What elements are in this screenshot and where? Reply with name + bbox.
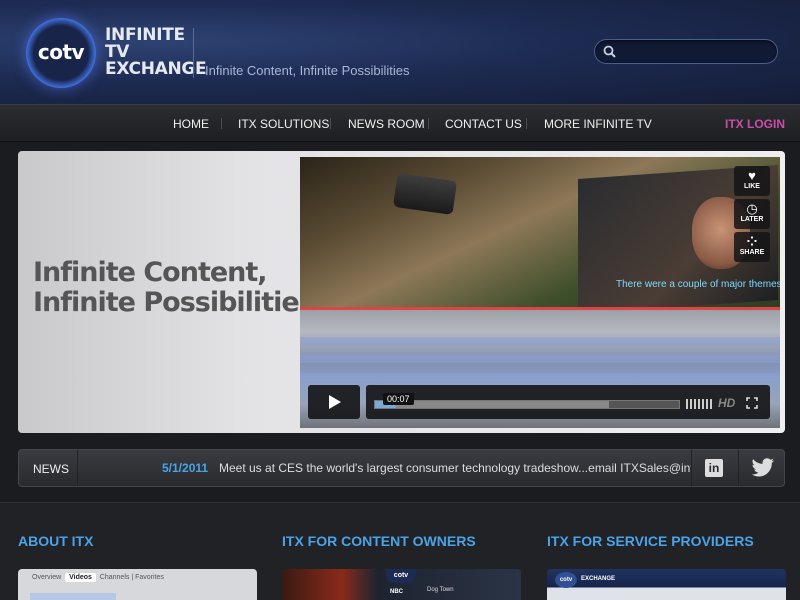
thumbnail-highlight	[30, 593, 116, 600]
thumb-logo: cotv	[555, 572, 577, 588]
linkedin-icon[interactable]: in	[705, 459, 723, 477]
main-nav: HOME ITX SOLUTIONS NEWS ROOM CONTACT US …	[0, 104, 800, 142]
news-divider	[77, 450, 78, 486]
like-button[interactable]: ♥ LIKE	[734, 166, 770, 196]
content-owners-thumbnail[interactable]: cotv NBC Dog Town	[282, 569, 521, 600]
twitter-icon[interactable]	[751, 458, 775, 478]
news-ticker: NEWS 5/1/2011 Meet us at CES the world's…	[18, 449, 785, 487]
thumb-tab-favorites: Favorites	[135, 574, 164, 581]
search-input[interactable]	[621, 43, 771, 60]
logo[interactable]: cotv	[26, 18, 96, 88]
thumbnail-tabs: Overview Videos Channels | Favorites	[32, 573, 164, 582]
news-date: 5/1/2011	[162, 461, 209, 475]
nav-separator	[221, 118, 222, 129]
brand-line-3: EXCHANGE	[105, 59, 207, 79]
service-providers-thumbnail[interactable]: cotv EXCHANGE	[547, 569, 786, 600]
fullscreen-icon[interactable]	[746, 397, 758, 409]
thumb-tab-channels: Channels	[99, 574, 130, 581]
share-label: SHARE	[739, 249, 765, 256]
brand-divider	[193, 28, 194, 78]
timeline-marker	[300, 307, 780, 310]
video-controls: 00:07 HD	[366, 385, 770, 419]
timeline-track	[300, 373, 780, 381]
share-icon: ⁘	[746, 234, 758, 249]
seek-bar[interactable]: 00:07	[374, 393, 680, 409]
hero-title-line-1: Infinite Content,	[33, 257, 268, 288]
nav-itx-solutions[interactable]: ITX SOLUTIONS	[238, 117, 329, 131]
later-label: LATER	[740, 216, 764, 223]
video-player[interactable]: There were a couple of major themes whic…	[300, 157, 780, 428]
play-button[interactable]	[308, 385, 360, 419]
news-label: NEWS	[33, 462, 69, 476]
nav-separator	[526, 118, 527, 129]
thumb-tab-overview: Overview	[32, 574, 62, 581]
news-headline[interactable]: Meet us at CES the world's largest consu…	[219, 461, 691, 475]
service-providers-heading[interactable]: ITX FOR SERVICE PROVIDERS	[547, 533, 754, 549]
search-box[interactable]	[594, 39, 778, 64]
volume-icon[interactable]	[686, 399, 712, 409]
later-button[interactable]: ◷ LATER	[734, 199, 770, 229]
nav-separator	[330, 118, 331, 129]
news-divider	[691, 450, 692, 486]
thumb-tab-videos: Videos	[65, 573, 96, 582]
nav-news-room[interactable]: NEWS ROOM	[348, 117, 425, 131]
nav-more-infinite-tv[interactable]: MORE INFINITE TV	[544, 117, 652, 131]
hero-title-line-2: Infinite Possibilities	[33, 287, 315, 318]
like-label: LIKE	[744, 183, 760, 190]
itx-login-link[interactable]: ITX LOGIN	[725, 117, 785, 131]
brand-name[interactable]: INFINITE TV EXCHANGE	[105, 27, 207, 79]
search-icon	[603, 45, 616, 58]
nav-contact-us[interactable]: CONTACT US	[445, 117, 522, 131]
video-subtitle: There were a couple of major themes whic…	[616, 279, 780, 290]
nav-home[interactable]: HOME	[173, 117, 209, 131]
content-owners-heading[interactable]: ITX FOR CONTENT OWNERS	[282, 533, 476, 549]
thumb-logo: cotv	[386, 569, 416, 583]
hero-title: Infinite Content, Infinite Possibilities	[33, 257, 315, 318]
current-time: 00:07	[383, 393, 414, 405]
video-side-buttons: ♥ LIKE ◷ LATER ⁘ SHARE	[734, 166, 770, 265]
feature-sections: ABOUT ITX ITX FOR CONTENT OWNERS ITX FOR…	[0, 502, 800, 600]
timeline-track	[300, 337, 780, 345]
logo-text: cotv	[37, 40, 85, 64]
play-icon	[329, 395, 341, 409]
share-button[interactable]: ⁘ SHARE	[734, 232, 770, 262]
about-itx-heading[interactable]: ABOUT ITX	[18, 533, 93, 549]
site-header: cotv INFINITE TV EXCHANGE Infinite Conte…	[0, 0, 800, 104]
news-divider	[738, 450, 739, 486]
timeline-track	[300, 355, 780, 363]
heart-icon: ♥	[748, 168, 756, 183]
tagline: Infinite Content, Infinite Possibilities	[205, 63, 410, 78]
nav-separator	[428, 118, 429, 129]
about-itx-thumbnail[interactable]: Overview Videos Channels | Favorites	[18, 569, 257, 600]
hero-banner: Infinite Content, Infinite Possibilities…	[18, 151, 785, 433]
thumb-channel-name: NBC	[390, 589, 403, 595]
thumb-brand: EXCHANGE	[581, 576, 616, 582]
thumb-show-title: Dog Town	[427, 587, 454, 593]
hd-toggle[interactable]: HD	[718, 396, 735, 410]
clock-icon: ◷	[746, 201, 758, 216]
